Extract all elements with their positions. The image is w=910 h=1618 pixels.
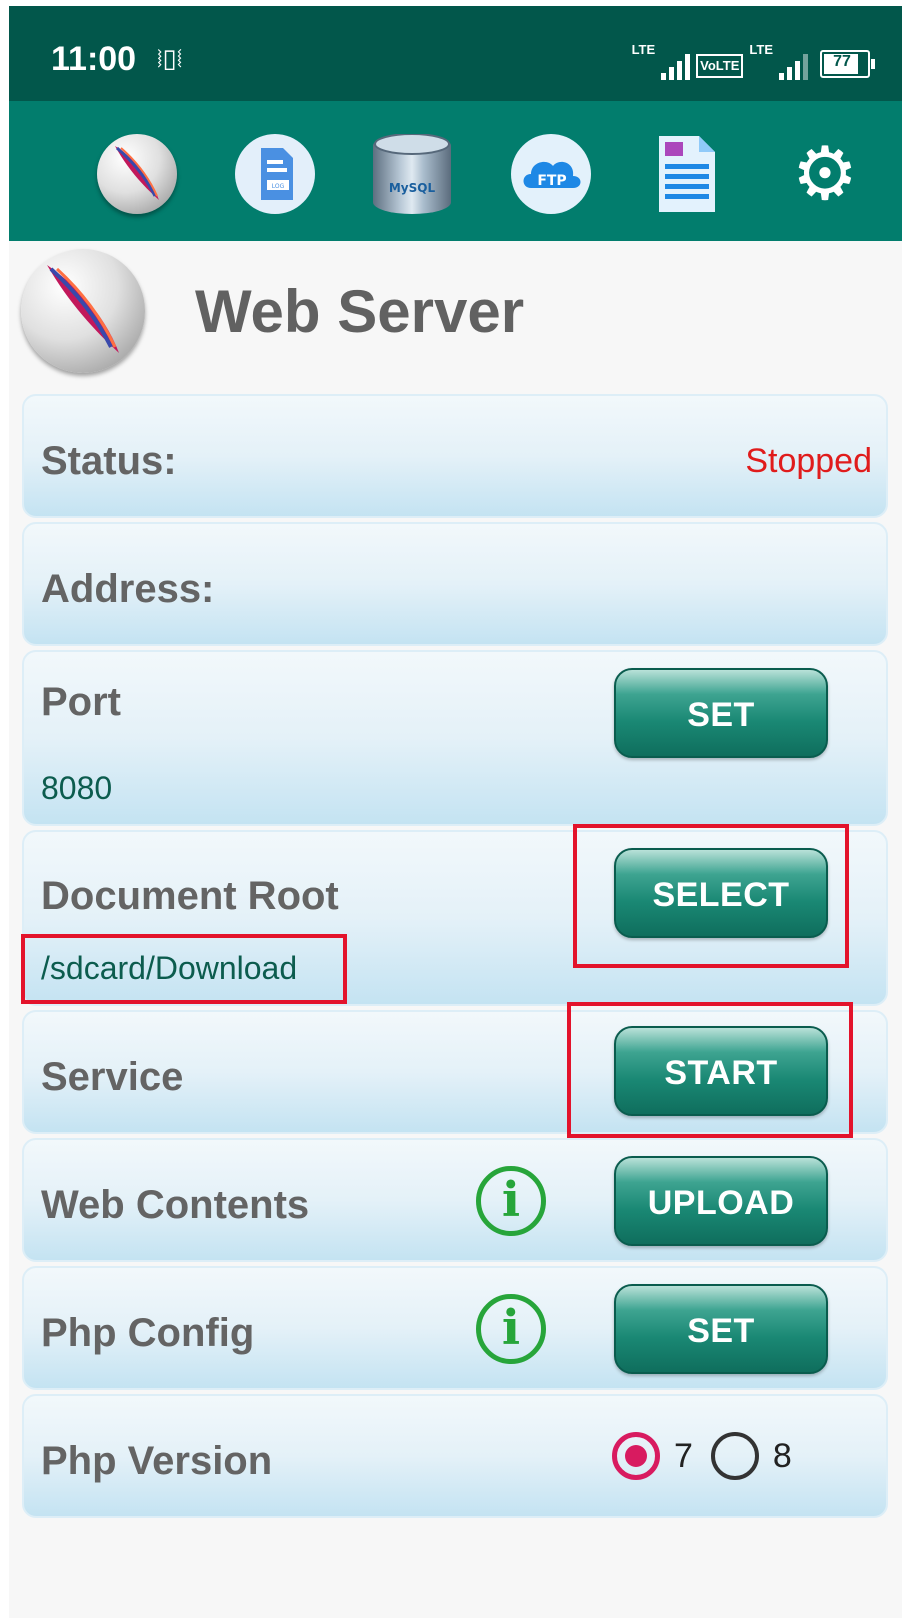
web-contents-row: Web Contents i UPLOAD [22, 1138, 888, 1262]
mysql-database-icon[interactable]: MySQL [373, 133, 451, 214]
clock: 11:00 [51, 40, 137, 78]
status-indicators: LTE VoLTE LTE 77 [631, 40, 875, 80]
vibrate-icon: ⧘▯⧙ [157, 44, 183, 74]
network-type-2: LTE [749, 42, 773, 57]
php-7-label: 7 [674, 1436, 693, 1475]
ftp-cloud-icon[interactable]: FTP [511, 134, 591, 214]
svg-text:MySQL: MySQL [389, 181, 436, 195]
php-7-radio[interactable] [612, 1432, 660, 1480]
php-version-radio-group: 7 8 [612, 1432, 810, 1480]
service-label: Service [41, 1055, 184, 1099]
apache-feather-icon[interactable] [97, 134, 177, 214]
signal-icon [661, 54, 691, 80]
php-version-label: Php Version [41, 1439, 273, 1483]
network-type-1: LTE [631, 42, 656, 57]
php-8-label: 8 [772, 1436, 792, 1475]
address-label: Address: [41, 567, 215, 611]
port-value: 8080 [41, 770, 113, 806]
status-value: Stopped [745, 442, 872, 480]
settings-gear-icon[interactable]: ⚙ [785, 134, 865, 214]
top-toolbar: LOG MySQL FTP ⚙ [9, 101, 902, 241]
document-icon[interactable] [655, 134, 719, 214]
page-title: Web Server [195, 278, 525, 345]
address-row: Address: [22, 522, 888, 646]
web-contents-info-icon[interactable]: i [476, 1166, 546, 1236]
status-bar: 11:00 ⧘▯⧙ LTE VoLTE LTE 77 [9, 6, 902, 101]
php-config-label: Php Config [41, 1311, 255, 1355]
app-screen: 11:00 ⧘▯⧙ LTE VoLTE LTE 77 LOG MySQL FTP… [9, 6, 902, 1618]
battery-level: 77 [833, 53, 851, 70]
port-label: Port [41, 680, 121, 724]
document-root-path-highlight [21, 934, 347, 1004]
php-config-row: Php Config i SET [22, 1266, 888, 1390]
status-row: Status: Stopped [22, 394, 888, 518]
php-config-info-icon[interactable]: i [476, 1294, 546, 1364]
select-button-highlight [573, 824, 849, 968]
php-config-set-button[interactable]: SET [614, 1284, 828, 1374]
svg-text:FTP: FTP [537, 173, 566, 189]
volte-badge: VoLTE [696, 54, 744, 78]
battery-icon: 77 [820, 50, 875, 78]
upload-button[interactable]: UPLOAD [614, 1156, 828, 1246]
port-set-button[interactable]: SET [614, 668, 828, 758]
port-row: Port 8080 SET [22, 650, 888, 826]
apache-logo-icon [21, 249, 145, 373]
web-contents-label: Web Contents [41, 1183, 310, 1227]
log-file-icon[interactable]: LOG [235, 134, 315, 214]
signal-icon-2 [779, 54, 808, 80]
svg-text:LOG: LOG [272, 183, 285, 190]
php-version-row: Php Version 7 8 [22, 1394, 888, 1518]
page-header: Web Server [9, 241, 902, 386]
status-label: Status: [41, 439, 177, 483]
document-root-label: Document Root [41, 874, 339, 918]
start-button-highlight [567, 1002, 853, 1138]
php-8-radio[interactable] [710, 1432, 759, 1480]
